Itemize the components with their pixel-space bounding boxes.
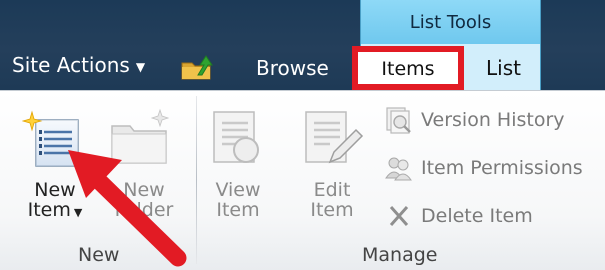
- tab-browse-label: Browse: [256, 56, 329, 80]
- edit-item-label-line1: Edit: [313, 179, 351, 201]
- version-history-button[interactable]: Version History: [384, 106, 565, 134]
- tab-browse[interactable]: Browse: [256, 56, 329, 80]
- new-folder-label-line1: New: [123, 179, 165, 201]
- site-actions-label: Site Actions: [12, 53, 130, 77]
- new-folder-button[interactable]: New Folder: [104, 180, 184, 220]
- list-tools-title: List Tools: [409, 11, 492, 33]
- new-item-button[interactable]: New Item ▼: [20, 180, 90, 223]
- edit-item-icon: [305, 111, 364, 164]
- version-history-icon: [386, 107, 411, 134]
- view-item-label-line2: Item: [216, 199, 260, 221]
- list-tools-header: List Tools: [360, 0, 541, 44]
- new-item-label-line2: Item: [27, 199, 71, 221]
- new-item-icon: [22, 110, 79, 167]
- manage-group-label: Manage: [362, 244, 438, 266]
- view-item-label-line1: View: [215, 179, 261, 201]
- item-permissions-icon: [385, 157, 412, 181]
- new-item-label-line1: New: [34, 179, 76, 201]
- tab-items-label: Items: [381, 58, 435, 80]
- edit-item-label-line2: Item: [310, 199, 354, 221]
- delete-item-label: Delete Item: [421, 205, 533, 227]
- chevron-down-icon: ▼: [135, 59, 146, 74]
- tab-list-label: List: [486, 56, 521, 80]
- delete-x-icon: [389, 206, 409, 226]
- view-item-icon: [213, 111, 259, 163]
- delete-item-button[interactable]: Delete Item: [384, 202, 533, 230]
- new-folder-icon: [111, 108, 170, 164]
- navigate-up-icon[interactable]: [180, 53, 214, 81]
- version-history-label: Version History: [421, 109, 565, 131]
- edit-item-button[interactable]: Edit Item: [302, 180, 362, 220]
- group-divider: [196, 96, 197, 264]
- site-actions-menu[interactable]: Site Actions ▼: [12, 53, 145, 77]
- chevron-down-icon: ▼: [73, 206, 83, 219]
- tab-list[interactable]: List: [486, 56, 521, 80]
- item-permissions-button[interactable]: Item Permissions: [384, 154, 583, 182]
- item-permissions-label: Item Permissions: [421, 157, 583, 179]
- view-item-button[interactable]: View Item: [208, 180, 268, 220]
- new-group-label: New: [78, 244, 120, 266]
- new-folder-label-line2: Folder: [114, 199, 174, 221]
- tab-items[interactable]: Items: [352, 46, 464, 90]
